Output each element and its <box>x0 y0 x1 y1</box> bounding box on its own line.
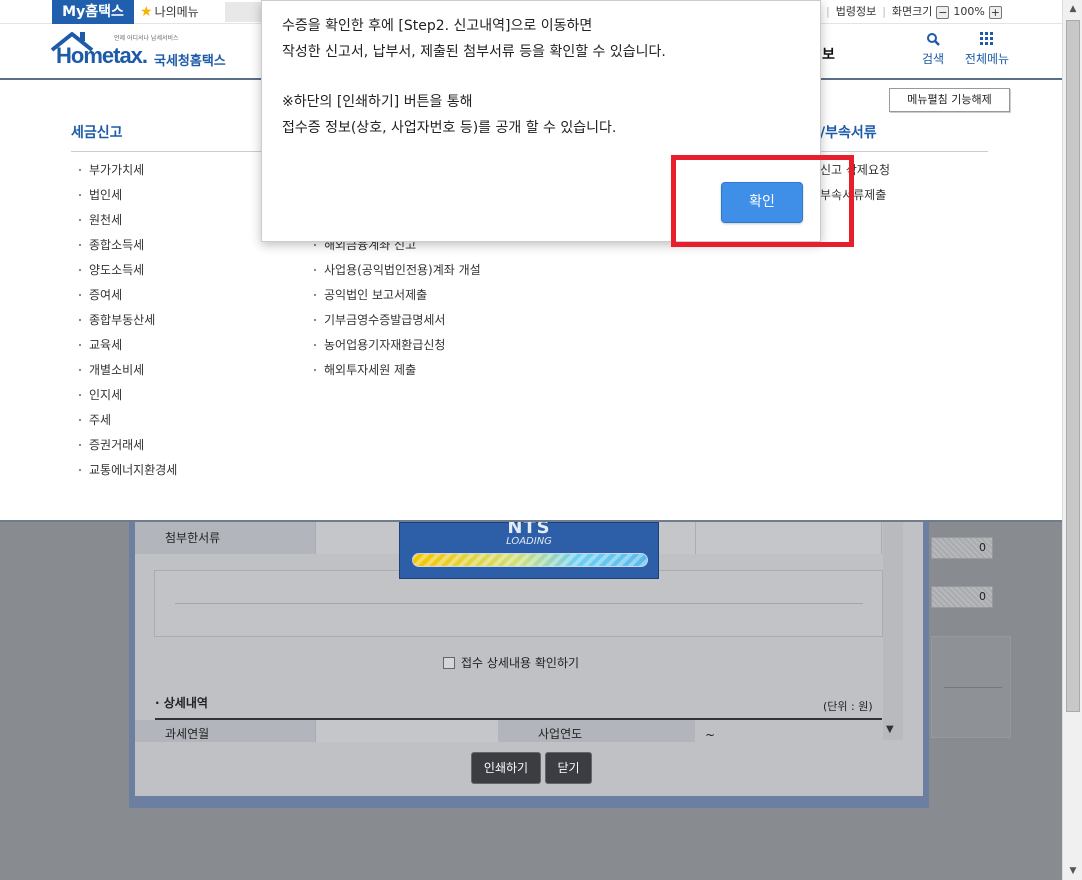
amount-field-2: 0 <box>931 586 993 608</box>
loading-text: LOADING <box>506 536 552 547</box>
star-icon: ★ <box>140 4 153 20</box>
menu-item[interactable]: 해외투자세원 제출 <box>310 360 481 385</box>
menu-item[interactable]: 원천세 <box>75 210 177 235</box>
menu-item[interactable]: 증여세 <box>75 285 177 310</box>
detail-check-option[interactable]: 접수 상세내용 확인하기 <box>443 654 579 671</box>
right-detail-box <box>931 636 1011 738</box>
dialog-scroll-down-icon[interactable]: ▼ <box>886 724 894 735</box>
menu-item[interactable]: 양도소득세 <box>75 260 177 285</box>
zoom-out-icon[interactable]: − <box>936 5 950 19</box>
window-scrollbar[interactable]: ▲ ▼ <box>1062 0 1082 880</box>
screen-size-label: 화면크기 <box>891 5 933 18</box>
divider <box>944 687 1002 688</box>
scroll-thumb[interactable] <box>1066 20 1080 712</box>
menu-item[interactable]: 사업용(공익법인전용)계좌 개설 <box>310 260 481 285</box>
detail-check-label: 접수 상세내용 확인하기 <box>461 656 580 670</box>
menu-item[interactable]: 증권거래세 <box>75 435 177 460</box>
attached-docs-value-2 <box>695 522 882 554</box>
business-year-value: ~ <box>705 728 716 742</box>
menu-item[interactable]: 교육세 <box>75 335 177 360</box>
zoom-in-icon[interactable]: + <box>988 5 1002 19</box>
menu-item[interactable]: 법인세 <box>75 185 177 210</box>
attached-docs-label: 첨부한서류 <box>135 522 315 554</box>
menu-list-other-filing: 해외금융계좌 신고 사업용(공익법인전용)계좌 개설 공익법인 보고서제출 기부… <box>310 235 481 385</box>
tax-period-value <box>315 720 498 742</box>
menu-column-title-tax-filing[interactable]: 세금신고 <box>71 122 123 142</box>
alert-message-line: ※하단의 [인쇄하기] 버튼을 통해 <box>282 94 473 110</box>
menu-item[interactable]: 인지세 <box>75 385 177 410</box>
divider <box>820 151 988 152</box>
menu-fold-toggle-button[interactable]: 메뉴펼침 기능해제 <box>889 88 1010 112</box>
alert-message-line: 수증을 확인한 후에 [Step2. 신고내역]으로 이동하면 <box>282 18 593 34</box>
amount-field-1: 0 <box>931 537 993 559</box>
law-info-link[interactable]: 법령정보 <box>836 0 876 24</box>
menu-item[interactable]: 기부금영수증발급명세서 <box>310 310 481 335</box>
menu-item[interactable]: 종합부동산세 <box>75 310 177 335</box>
unit-label: (단위 : 원) <box>823 700 873 713</box>
menu-item[interactable]: 공익법인 보고서제출 <box>310 285 481 310</box>
detail-section-title: · 상세내역 <box>155 696 208 710</box>
detail-title-text: 상세내역 <box>163 696 208 710</box>
alert-message-line: 작성한 신고서, 납부서, 제출된 첨부서류 등을 확인할 수 있습니다. <box>282 44 666 60</box>
my-menu-label: 나의메뉴 <box>154 5 199 19</box>
my-menu-link[interactable]: ★ 나의메뉴 <box>136 0 199 24</box>
search-label: 검색 <box>921 52 945 66</box>
search-icon <box>918 32 948 50</box>
menu-column-title-attachments[interactable]: /부속서류 <box>820 122 877 142</box>
grid-menu-icon <box>960 32 1014 50</box>
logo-tagline: 언제 어디서나 납세서비스 <box>114 35 179 42</box>
separator: | <box>882 5 886 18</box>
all-menu-label: 전체메뉴 <box>964 52 1010 66</box>
search-button[interactable]: 검색 <box>918 32 948 67</box>
utility-links: | 법령정보 | 화면크기 − 100% + <box>824 0 1002 24</box>
detail-checkbox[interactable] <box>443 656 455 669</box>
scroll-down-arrow-icon[interactable]: ▼ <box>1063 862 1082 880</box>
business-year-label: 사업연도 <box>498 720 695 742</box>
menu-item[interactable]: 개별소비세 <box>75 360 177 385</box>
loading-progress-bar <box>412 553 648 567</box>
tax-period-label: 과세연월 <box>135 720 315 742</box>
separator: | <box>826 5 830 18</box>
zoom-level: 100% <box>953 5 985 18</box>
menu-item[interactable]: 주세 <box>75 410 177 435</box>
logo-brand: Hometax. <box>56 43 148 68</box>
divider <box>175 603 863 604</box>
loading-indicator: NTS LOADING <box>399 517 659 579</box>
receipt-detail-box <box>154 570 883 637</box>
dialog-scrollbar[interactable] <box>883 522 903 740</box>
logo-brand-kr: 국세청홈택스 <box>154 54 226 69</box>
menu-list-tax-filing: 부가가치세 법인세 원천세 종합소득세 양도소득세 증여세 종합부동산세 교육세… <box>75 160 177 485</box>
alert-message-line: 접수증 정보(상호, 사업자번호 등)를 공개 할 수 있습니다. <box>282 120 617 136</box>
scroll-up-arrow-icon[interactable]: ▲ <box>1063 0 1082 18</box>
menu-item[interactable]: 교통에너지환경세 <box>75 460 177 485</box>
close-button[interactable]: 닫기 <box>546 753 591 783</box>
print-button[interactable]: 인쇄하기 <box>472 753 540 783</box>
divider <box>71 151 261 152</box>
menu-item[interactable]: 농어업용기자재환급신청 <box>310 335 481 360</box>
my-hometax-link[interactable]: My홈택스 <box>52 0 134 24</box>
highlight-box <box>671 155 854 247</box>
all-menu-button[interactable]: 전체메뉴 <box>960 32 1014 67</box>
nav-item-partial[interactable]: 보 <box>822 44 835 64</box>
hometax-logo[interactable]: 언제 어디서나 납세서비스 Hometax. 국세청홈택스 <box>50 30 235 74</box>
menu-item[interactable]: 종합소득세 <box>75 235 177 260</box>
blurred-area <box>225 2 265 22</box>
menu-item[interactable]: 부가가치세 <box>75 160 177 185</box>
